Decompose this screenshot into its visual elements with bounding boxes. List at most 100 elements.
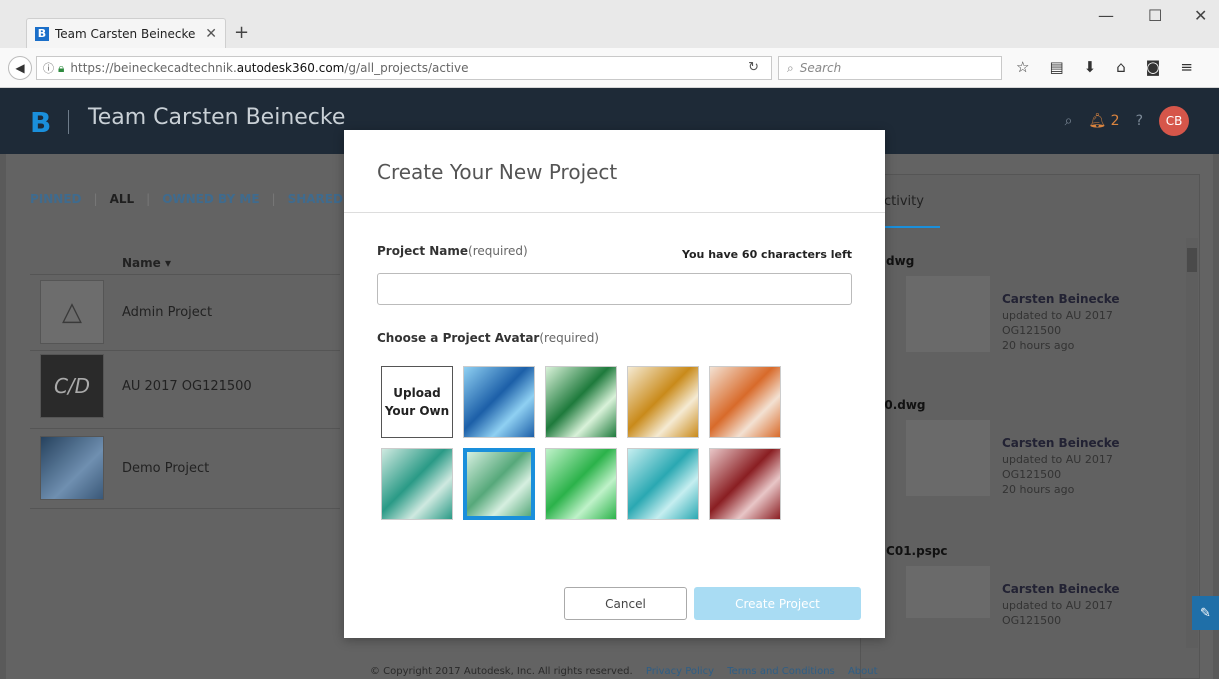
terms-link[interactable]: Terms and Conditions: [727, 666, 835, 677]
divider: [30, 350, 340, 351]
activity-user: Carsten Beinecke: [1002, 582, 1120, 596]
scrollbar-thumb[interactable]: [1187, 248, 1197, 272]
project-row[interactable]: Demo Project: [40, 436, 340, 500]
header-icons: ⌕ 🔔︎ 2 ? CB: [1065, 106, 1189, 136]
project-row[interactable]: △ Admin Project: [40, 280, 340, 344]
label-text: Choose a Project Avatar: [377, 331, 540, 345]
upload-avatar-button[interactable]: Upload Your Own: [381, 366, 453, 438]
browser-search-input[interactable]: ⌕ Search: [778, 56, 1002, 80]
avatar-teal-wave[interactable]: [381, 448, 453, 520]
home-icon[interactable]: ⌂: [1116, 58, 1126, 76]
avatar-mint-selected[interactable]: [463, 448, 535, 520]
a360-logo[interactable]: B: [30, 106, 51, 139]
avatar-green-stripes[interactable]: [545, 366, 617, 438]
project-name-input[interactable]: [377, 273, 852, 305]
back-arrow-icon[interactable]: ◀: [8, 56, 32, 80]
avatar-blue-wave[interactable]: [463, 366, 535, 438]
notification-bell-icon[interactable]: 🔔︎ 2: [1088, 113, 1119, 129]
reading-list-icon[interactable]: ▤: [1049, 58, 1063, 76]
bookmark-star-icon[interactable]: ☆: [1016, 58, 1029, 76]
tab-activity[interactable]: ctivity: [884, 194, 924, 209]
avatar-aqua-bubbles[interactable]: [627, 448, 699, 520]
maximize-icon[interactable]: ☐: [1148, 6, 1162, 25]
activity-user: Carsten Beinecke: [1002, 436, 1120, 450]
activity-desc: updated to AU 2017 OG121500 20 hours ago: [1002, 308, 1113, 353]
avatar-label: Choose a Project Avatar(required): [377, 331, 599, 345]
activity-line: updated to AU 2017: [1002, 599, 1113, 612]
avatar-green-egg[interactable]: [545, 448, 617, 520]
activity-desc: updated to AU 2017 OG121500: [1002, 598, 1113, 628]
url-prefix: https://beineckecadtechnik.: [70, 61, 237, 75]
activity-item[interactable]: 00.dwg Carsten Beinecke updated to AU 20…: [876, 398, 1176, 496]
team-name[interactable]: Team Carsten Beinecke: [88, 105, 345, 130]
browser-titlebar: B Team Carsten Beinecke - ... ✕ + — ☐ ✕: [0, 0, 1219, 48]
window-close-icon[interactable]: ✕: [1194, 6, 1207, 25]
avatar-orange-glass[interactable]: [709, 366, 781, 438]
project-name: Admin Project: [122, 304, 213, 320]
url-path: /g/all_projects/active: [344, 61, 469, 75]
menu-icon[interactable]: ≡: [1180, 58, 1193, 76]
project-thumbnail: [40, 436, 104, 500]
divider: [30, 428, 340, 429]
minimize-icon[interactable]: —: [1098, 6, 1114, 25]
activity-line: OG121500: [1002, 614, 1062, 627]
file-preview: [906, 566, 990, 618]
about-link[interactable]: About: [848, 666, 878, 677]
activity-item[interactable]: ).dwg Carsten Beinecke updated to AU 201…: [876, 254, 1176, 352]
activity-time: 20 hours ago: [1002, 483, 1075, 496]
divider: [344, 212, 885, 213]
activity-line: updated to AU 2017: [1002, 309, 1113, 322]
filter-pinned[interactable]: PINNED: [30, 192, 82, 206]
activity-line: OG121500: [1002, 324, 1062, 337]
chars-left-counter: You have 60 characters left: [682, 248, 852, 261]
activity-file: ).dwg: [876, 254, 915, 268]
feedback-icon[interactable]: ✎: [1192, 596, 1219, 630]
copyright: © Copyright 2017 Autodesk, Inc. All righ…: [370, 666, 633, 677]
browser-tab[interactable]: B Team Carsten Beinecke - ... ✕: [26, 18, 226, 48]
activity-item[interactable]: HC01.pspc Carsten Beinecke updated to AU…: [876, 544, 1176, 627]
project-name: AU 2017 OG121500: [122, 378, 252, 394]
toolbar-icons: ☆ ▤ ⬇ ⌂ ◙ ≡: [1016, 58, 1193, 76]
activity-line: OG121500: [1002, 468, 1062, 481]
address-bar[interactable]: ⓘ 🔒︎ https://beineckecadtechnik. autodesk…: [36, 56, 772, 80]
filter-all[interactable]: ALL: [110, 192, 135, 206]
project-name: Demo Project: [122, 460, 210, 476]
info-icon[interactable]: ⓘ: [43, 60, 54, 76]
search-icon: ⌕: [787, 60, 794, 75]
browser-navbar: ◀ ⓘ 🔒︎ https://beineckecadtechnik. autode…: [0, 48, 1219, 88]
activity-scrollbar[interactable]: [1186, 238, 1198, 648]
reload-icon[interactable]: ↻: [748, 60, 759, 75]
file-preview: [906, 276, 990, 352]
filter-owned[interactable]: OWNED BY ME: [162, 192, 259, 206]
user-avatar[interactable]: CB: [1159, 106, 1189, 136]
activity-time: 20 hours ago: [1002, 339, 1075, 352]
header-divider: [68, 110, 69, 134]
name-column-header[interactable]: Name ▾: [122, 256, 171, 270]
activity-file: HC01.pspc: [876, 544, 948, 558]
divider: |: [93, 192, 98, 206]
divider: [30, 274, 340, 275]
upload-line: Your Own: [384, 404, 450, 418]
new-tab-icon[interactable]: +: [234, 22, 249, 43]
search-placeholder: Search: [799, 61, 842, 75]
tab-title: Team Carsten Beinecke - ...: [55, 26, 199, 41]
project-share-icon: △: [40, 280, 104, 344]
download-icon[interactable]: ⬇: [1084, 58, 1097, 76]
project-row[interactable]: C/D AU 2017 OG121500: [40, 354, 340, 418]
activity-line: updated to AU 2017: [1002, 453, 1113, 466]
activity-file: 00.dwg: [876, 398, 926, 412]
avatar-red-ribbon[interactable]: [709, 448, 781, 520]
footer: © Copyright 2017 Autodesk, Inc. All righ…: [370, 666, 878, 677]
tab-close-icon[interactable]: ✕: [205, 26, 217, 42]
avatar-gold-swirl[interactable]: [627, 366, 699, 438]
privacy-link[interactable]: Privacy Policy: [646, 666, 714, 677]
pocket-icon[interactable]: ◙: [1146, 58, 1161, 76]
help-icon[interactable]: ?: [1136, 113, 1143, 129]
search-icon[interactable]: ⌕: [1065, 113, 1073, 129]
cancel-button[interactable]: Cancel: [564, 587, 687, 620]
divider: [30, 508, 340, 509]
project-name-label: Project Name(required): [377, 244, 528, 258]
lock-icon[interactable]: 🔒︎: [58, 61, 64, 76]
url-domain: autodesk360.com: [236, 61, 345, 75]
create-project-button[interactable]: Create Project: [694, 587, 861, 620]
